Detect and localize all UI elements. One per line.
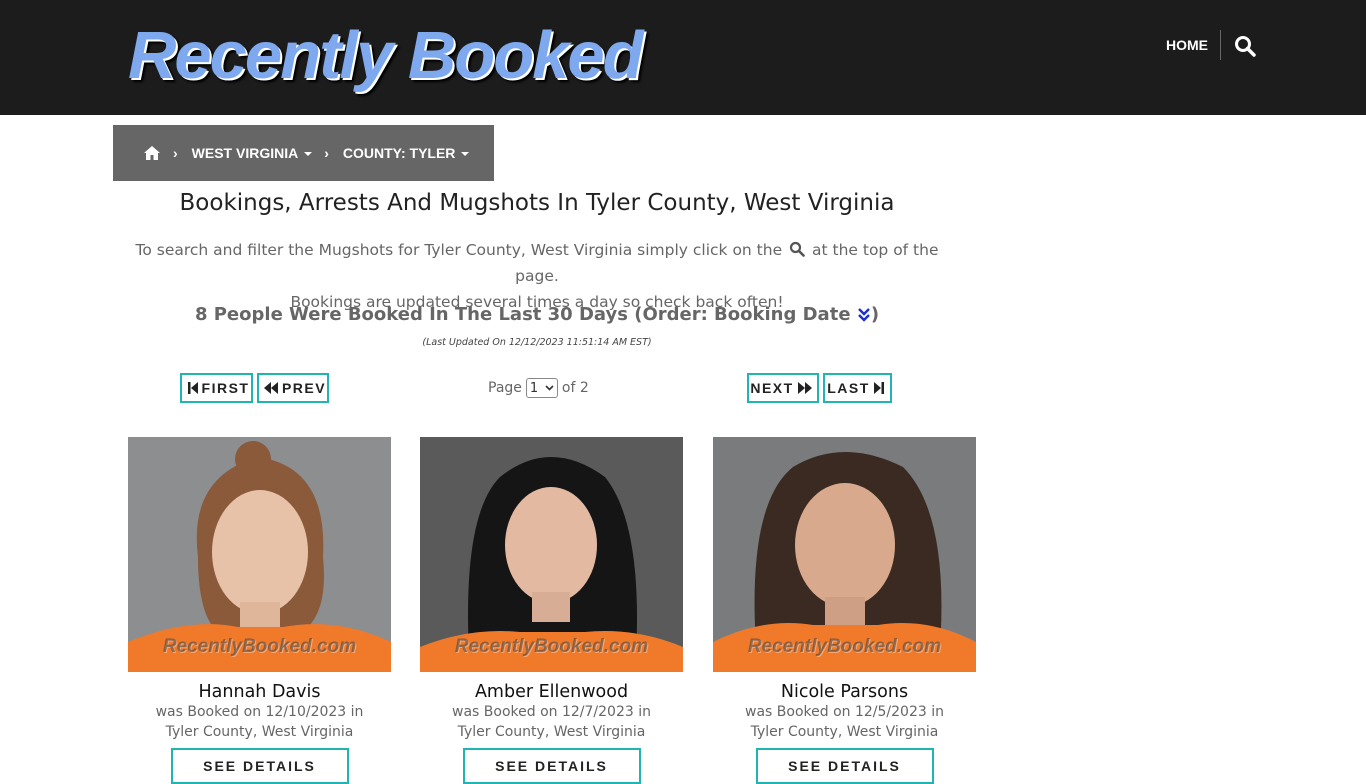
page-title: Bookings, Arrests And Mugshots In Tyler …: [179, 190, 895, 216]
page-of-label: of 2: [561, 380, 589, 396]
photo-watermark: RecentlyBooked.com: [747, 636, 942, 657]
chevron-right-icon: ›: [173, 145, 178, 161]
intro-text-part1: To search and filter the Mugshots for Ty…: [135, 241, 783, 259]
photo-watermark: RecentlyBooked.com: [162, 636, 357, 657]
pager-info: Page 1 of 2: [488, 378, 589, 398]
booking-count: 8 People Were Booked In The Last 30 Days…: [113, 304, 961, 325]
page-select[interactable]: 1: [525, 378, 558, 398]
mugshot-photo[interactable]: RecentlyBooked.com: [713, 437, 976, 672]
last-icon: [873, 382, 884, 394]
last-page-label: LAST: [827, 380, 870, 396]
top-header: Recently Booked HOME: [0, 0, 1366, 115]
booking-location: Tyler County, West Virginia: [165, 724, 354, 740]
booking-card: RecentlyBooked.com Nicole Parsons was Bo…: [713, 437, 976, 784]
page-label: Page: [488, 380, 522, 396]
booking-name: Nicole Parsons: [780, 682, 909, 702]
backward-icon: [263, 382, 278, 394]
booking-date: was Booked on 12/10/2023 in: [155, 704, 364, 720]
double-chevron-down-icon[interactable]: [857, 306, 871, 322]
nav-divider: [1220, 30, 1221, 60]
first-page-button[interactable]: FIRST: [180, 373, 253, 403]
mugshot-photo[interactable]: RecentlyBooked.com: [128, 437, 391, 672]
see-details-button[interactable]: SEE DETAILS: [462, 748, 641, 784]
see-details-button[interactable]: SEE DETAILS: [755, 748, 934, 784]
breadcrumb-state-label: WEST VIRGINIA: [191, 145, 299, 161]
booking-date: was Booked on 12/5/2023 in: [745, 704, 944, 720]
breadcrumb-county-label: COUNTY: TYLER: [342, 145, 456, 161]
chevron-right-icon: ›: [324, 145, 329, 161]
prev-page-label: PREV: [281, 380, 327, 396]
next-page-label: NEXT: [750, 380, 794, 396]
booking-location: Tyler County, West Virginia: [750, 724, 939, 740]
forward-icon: [797, 382, 812, 394]
caret-down-icon: [461, 152, 470, 157]
first-icon: [187, 382, 198, 394]
first-page-label: FIRST: [201, 380, 250, 396]
mugshot-photo[interactable]: RecentlyBooked.com: [420, 437, 683, 672]
see-details-button[interactable]: SEE DETAILS: [170, 748, 349, 784]
booking-date: was Booked on 12/7/2023 in: [452, 704, 651, 720]
breadcrumb-state-dropdown[interactable]: WEST VIRGINIA: [192, 145, 313, 161]
booking-count-text: 8 People Were Booked In The Last 30 Days…: [194, 304, 851, 325]
booking-card: RecentlyBooked.com Hannah Davis was Book…: [128, 437, 391, 784]
nav-home-link[interactable]: HOME: [1166, 37, 1208, 53]
breadcrumb: › WEST VIRGINIA › COUNTY: TYLER: [113, 125, 494, 181]
next-page-button[interactable]: NEXT: [747, 373, 819, 403]
site-logo[interactable]: Recently Booked: [128, 16, 644, 96]
booking-location: Tyler County, West Virginia: [457, 724, 646, 740]
booking-name: Amber Ellenwood: [474, 682, 629, 702]
search-icon: [789, 241, 805, 257]
last-page-button[interactable]: LAST: [823, 373, 892, 403]
search-icon[interactable]: [1234, 35, 1256, 57]
prev-page-button[interactable]: PREV: [257, 373, 329, 403]
caret-down-icon: [304, 152, 313, 157]
photo-watermark: RecentlyBooked.com: [454, 636, 649, 657]
booking-name: Hannah Davis: [198, 682, 321, 702]
booking-count-close: ): [870, 304, 880, 325]
home-icon[interactable]: [143, 144, 161, 162]
chevron-down-icon: [545, 385, 554, 391]
last-updated: (Last Updated On 12/12/2023 11:51:14 AM …: [422, 337, 652, 348]
page-select-value: 1: [529, 380, 539, 396]
booking-card: RecentlyBooked.com Amber Ellenwood was B…: [420, 437, 683, 784]
breadcrumb-county-dropdown[interactable]: COUNTY: TYLER: [343, 145, 470, 161]
